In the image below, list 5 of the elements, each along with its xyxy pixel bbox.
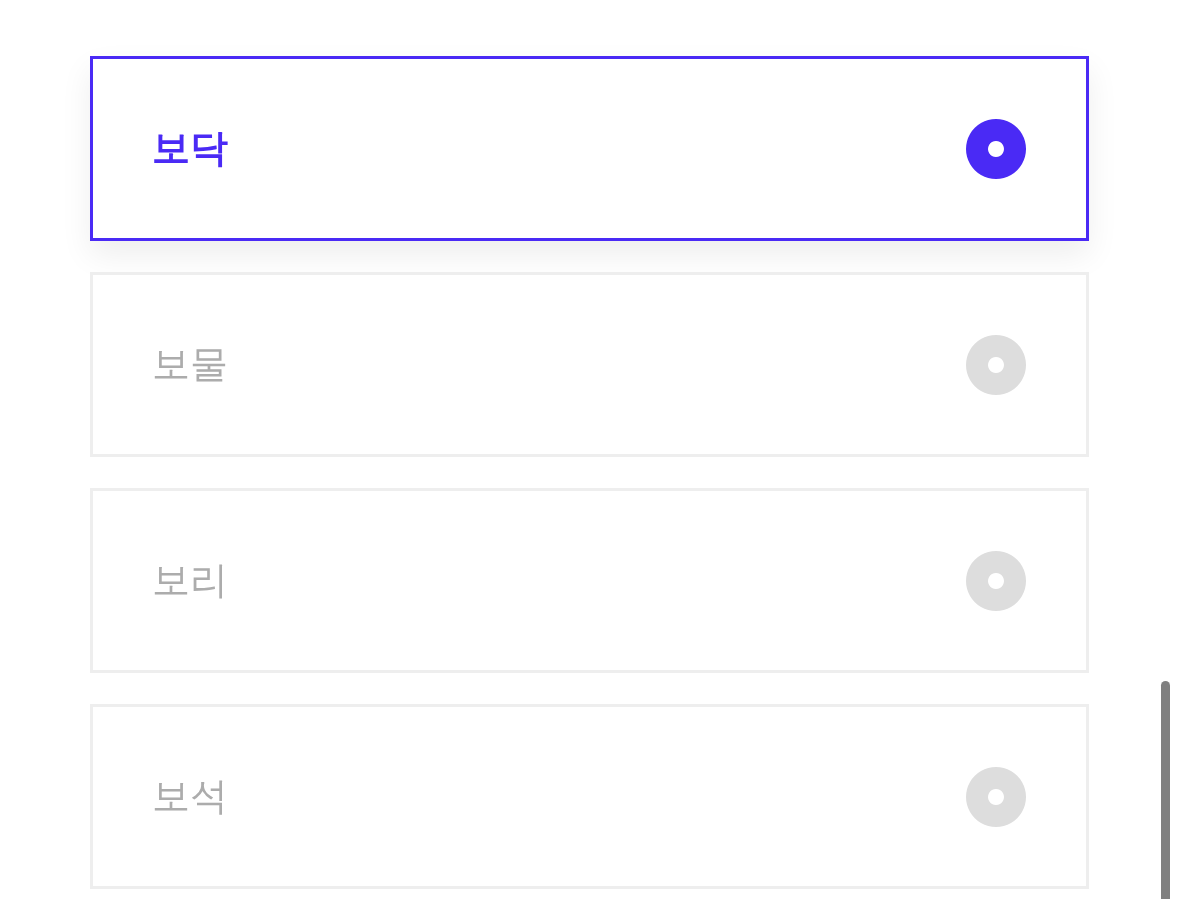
option-card[interactable]: 보닥 [90,56,1089,241]
option-card[interactable]: 보물 [90,272,1089,457]
scrollbar-thumb[interactable] [1161,681,1170,899]
option-card[interactable]: 보석 [90,704,1089,889]
option-card[interactable]: 보리 [90,488,1089,673]
